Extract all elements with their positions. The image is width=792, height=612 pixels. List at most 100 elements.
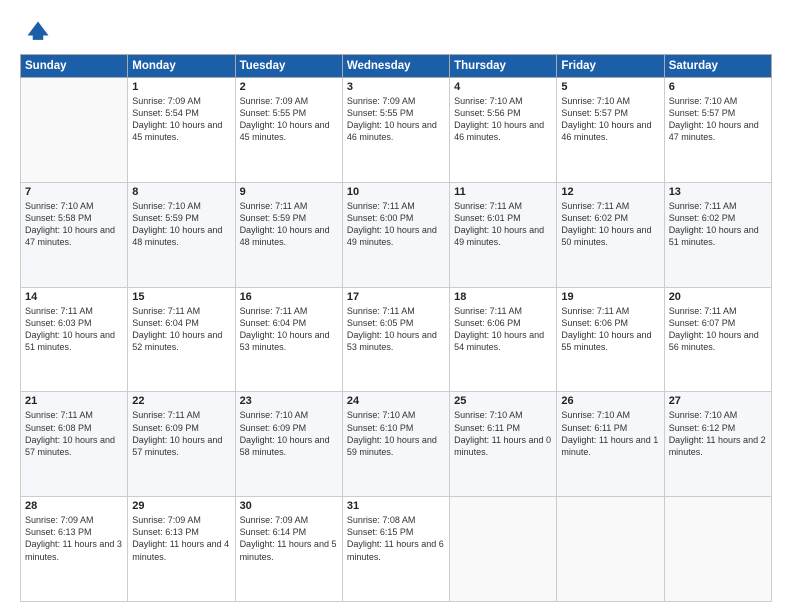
- day-cell: 2Sunrise: 7:09 AMSunset: 5:55 PMDaylight…: [235, 78, 342, 183]
- day-number: 15: [132, 291, 230, 303]
- week-row-1: 1 Sunrise: 7:09 AMSunset: 5:54 PMDaylight…: [21, 78, 772, 183]
- day-number: 29: [132, 500, 230, 512]
- day-number: 11: [454, 186, 552, 198]
- header: [20, 18, 772, 46]
- day-info: Sunrise: 7:11 AMSunset: 6:07 PMDaylight:…: [669, 305, 767, 354]
- header-day-monday: Monday: [128, 55, 235, 78]
- day-number: 21: [25, 395, 123, 407]
- day-info: Sunrise: 7:11 AMSunset: 6:06 PMDaylight:…: [454, 305, 552, 354]
- day-info: Sunrise: 7:10 AMSunset: 5:56 PMDaylight:…: [454, 95, 552, 144]
- day-info: Sunrise: 7:11 AMSunset: 6:03 PMDaylight:…: [25, 305, 123, 354]
- day-number: 8: [132, 186, 230, 198]
- header-day-sunday: Sunday: [21, 55, 128, 78]
- day-info: Sunrise: 7:10 AMSunset: 6:09 PMDaylight:…: [240, 409, 338, 458]
- day-number: 24: [347, 395, 445, 407]
- day-cell: 16Sunrise: 7:11 AMSunset: 6:04 PMDayligh…: [235, 287, 342, 392]
- day-info: Sunrise: 7:11 AMSunset: 5:59 PMDaylight:…: [240, 200, 338, 249]
- day-cell: 15 Sunrise: 7:11 AMSunset: 6:04 PMDayligh…: [128, 287, 235, 392]
- header-day-friday: Friday: [557, 55, 664, 78]
- day-info: Sunrise: 7:09 AMSunset: 5:55 PMDaylight:…: [347, 95, 445, 144]
- day-cell: 23 Sunrise: 7:10 AMSunset: 6:09 PMDayligh…: [235, 392, 342, 497]
- day-cell: 25Sunrise: 7:10 AMSunset: 6:11 PMDayligh…: [450, 392, 557, 497]
- day-info: Sunrise: 7:11 AMSunset: 6:00 PMDaylight:…: [347, 200, 445, 249]
- day-number: 30: [240, 500, 338, 512]
- day-info: Sunrise: 7:09 AMSunset: 6:13 PMDaylight:…: [132, 514, 230, 563]
- day-number: 22: [132, 395, 230, 407]
- day-cell: 28 Sunrise: 7:09 AMSunset: 6:13 PMDayligh…: [21, 497, 128, 602]
- day-number: 19: [561, 291, 659, 303]
- week-row-5: 28 Sunrise: 7:09 AMSunset: 6:13 PMDayligh…: [21, 497, 772, 602]
- day-info: Sunrise: 7:11 AMSunset: 6:02 PMDaylight:…: [561, 200, 659, 249]
- day-number: 18: [454, 291, 552, 303]
- header-day-tuesday: Tuesday: [235, 55, 342, 78]
- day-cell: [450, 497, 557, 602]
- day-info: Sunrise: 7:11 AMSunset: 6:02 PMDaylight:…: [669, 200, 767, 249]
- day-cell: 9 Sunrise: 7:11 AMSunset: 5:59 PMDaylight…: [235, 182, 342, 287]
- day-cell: [21, 78, 128, 183]
- header-day-saturday: Saturday: [664, 55, 771, 78]
- week-row-3: 14 Sunrise: 7:11 AMSunset: 6:03 PMDayligh…: [21, 287, 772, 392]
- day-cell: 29 Sunrise: 7:09 AMSunset: 6:13 PMDayligh…: [128, 497, 235, 602]
- day-info: Sunrise: 7:11 AMSunset: 6:04 PMDaylight:…: [132, 305, 230, 354]
- day-number: 7: [25, 186, 123, 198]
- day-number: 23: [240, 395, 338, 407]
- day-info: Sunrise: 7:10 AMSunset: 5:57 PMDaylight:…: [669, 95, 767, 144]
- day-cell: 27 Sunrise: 7:10 AMSunset: 6:12 PMDayligh…: [664, 392, 771, 497]
- day-number: 6: [669, 81, 767, 93]
- day-number: 14: [25, 291, 123, 303]
- day-cell: 12 Sunrise: 7:11 AMSunset: 6:02 PMDayligh…: [557, 182, 664, 287]
- day-number: 3: [347, 81, 445, 93]
- day-number: 27: [669, 395, 767, 407]
- day-info: Sunrise: 7:11 AMSunset: 6:01 PMDaylight:…: [454, 200, 552, 249]
- day-info: Sunrise: 7:08 AMSunset: 6:15 PMDaylight:…: [347, 514, 445, 563]
- logo: [20, 18, 52, 46]
- day-cell: 1 Sunrise: 7:09 AMSunset: 5:54 PMDaylight…: [128, 78, 235, 183]
- day-info: Sunrise: 7:09 AMSunset: 5:54 PMDaylight:…: [132, 95, 230, 144]
- day-cell: 30 Sunrise: 7:09 AMSunset: 6:14 PMDayligh…: [235, 497, 342, 602]
- day-info: Sunrise: 7:10 AMSunset: 5:57 PMDaylight:…: [561, 95, 659, 144]
- day-info: Sunrise: 7:10 AMSunset: 5:58 PMDaylight:…: [25, 200, 123, 249]
- day-number: 5: [561, 81, 659, 93]
- day-info: Sunrise: 7:11 AMSunset: 6:05 PMDaylight:…: [347, 305, 445, 354]
- day-info: Sunrise: 7:10 AMSunset: 6:11 PMDaylight:…: [454, 409, 552, 458]
- day-cell: 19 Sunrise: 7:11 AMSunset: 6:06 PMDayligh…: [557, 287, 664, 392]
- day-number: 20: [669, 291, 767, 303]
- day-cell: 3 Sunrise: 7:09 AMSunset: 5:55 PMDaylight…: [342, 78, 449, 183]
- day-info: Sunrise: 7:09 AMSunset: 6:13 PMDaylight:…: [25, 514, 123, 563]
- day-cell: 17 Sunrise: 7:11 AMSunset: 6:05 PMDayligh…: [342, 287, 449, 392]
- day-cell: 31 Sunrise: 7:08 AMSunset: 6:15 PMDayligh…: [342, 497, 449, 602]
- day-cell: 7 Sunrise: 7:10 AMSunset: 5:58 PMDaylight…: [21, 182, 128, 287]
- day-number: 28: [25, 500, 123, 512]
- day-info: Sunrise: 7:09 AMSunset: 5:55 PMDaylight:…: [240, 95, 338, 144]
- week-row-2: 7 Sunrise: 7:10 AMSunset: 5:58 PMDaylight…: [21, 182, 772, 287]
- day-info: Sunrise: 7:10 AMSunset: 6:11 PMDaylight:…: [561, 409, 659, 458]
- day-cell: 24Sunrise: 7:10 AMSunset: 6:10 PMDayligh…: [342, 392, 449, 497]
- day-cell: 21 Sunrise: 7:11 AMSunset: 6:08 PMDayligh…: [21, 392, 128, 497]
- day-cell: [664, 497, 771, 602]
- day-cell: 11 Sunrise: 7:11 AMSunset: 6:01 PMDayligh…: [450, 182, 557, 287]
- week-row-4: 21 Sunrise: 7:11 AMSunset: 6:08 PMDayligh…: [21, 392, 772, 497]
- day-info: Sunrise: 7:11 AMSunset: 6:09 PMDaylight:…: [132, 409, 230, 458]
- day-info: Sunrise: 7:11 AMSunset: 6:06 PMDaylight:…: [561, 305, 659, 354]
- day-cell: 26Sunrise: 7:10 AMSunset: 6:11 PMDayligh…: [557, 392, 664, 497]
- day-info: Sunrise: 7:09 AMSunset: 6:14 PMDaylight:…: [240, 514, 338, 563]
- day-info: Sunrise: 7:10 AMSunset: 5:59 PMDaylight:…: [132, 200, 230, 249]
- day-number: 4: [454, 81, 552, 93]
- day-number: 12: [561, 186, 659, 198]
- day-number: 9: [240, 186, 338, 198]
- day-cell: 20 Sunrise: 7:11 AMSunset: 6:07 PMDayligh…: [664, 287, 771, 392]
- header-row: SundayMondayTuesdayWednesdayThursdayFrid…: [21, 55, 772, 78]
- day-number: 1: [132, 81, 230, 93]
- page: SundayMondayTuesdayWednesdayThursdayFrid…: [0, 0, 792, 612]
- day-cell: 4 Sunrise: 7:10 AMSunset: 5:56 PMDaylight…: [450, 78, 557, 183]
- day-number: 16: [240, 291, 338, 303]
- day-number: 10: [347, 186, 445, 198]
- day-cell: 14 Sunrise: 7:11 AMSunset: 6:03 PMDayligh…: [21, 287, 128, 392]
- day-number: 17: [347, 291, 445, 303]
- day-number: 13: [669, 186, 767, 198]
- day-info: Sunrise: 7:10 AMSunset: 6:12 PMDaylight:…: [669, 409, 767, 458]
- calendar-body: 1 Sunrise: 7:09 AMSunset: 5:54 PMDaylight…: [21, 78, 772, 602]
- day-number: 31: [347, 500, 445, 512]
- calendar-table: SundayMondayTuesdayWednesdayThursdayFrid…: [20, 54, 772, 602]
- day-info: Sunrise: 7:11 AMSunset: 6:08 PMDaylight:…: [25, 409, 123, 458]
